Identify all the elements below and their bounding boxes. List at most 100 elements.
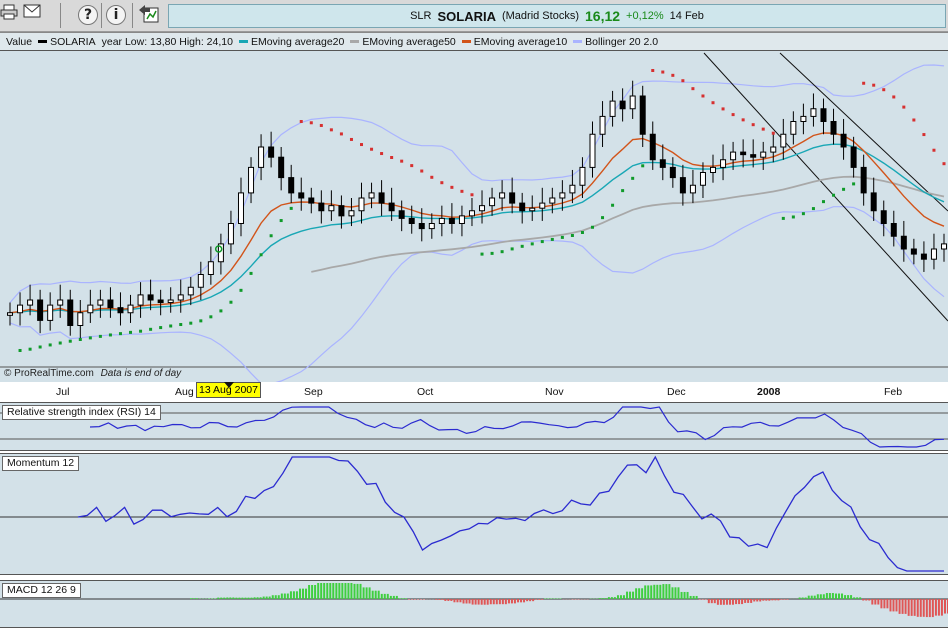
envelope-icon[interactable]: [23, 4, 45, 26]
price-chart[interactable]: [0, 51, 948, 382]
toolbar-separator: [60, 3, 61, 28]
info-icon[interactable]: i: [106, 5, 126, 25]
macd-histogram-bar: [492, 599, 495, 605]
sar-dot: [842, 187, 846, 191]
macd-histogram-bar: [329, 583, 332, 599]
macd-histogram-bar: [780, 599, 783, 600]
back-icon[interactable]: [138, 4, 160, 26]
macd-histogram-bar: [256, 597, 259, 599]
candle-body: [569, 184, 576, 194]
macd-histogram-bar: [862, 599, 865, 601]
macd-histogram-bar: [798, 597, 801, 599]
macd-histogram-bar: [226, 597, 229, 599]
momentum-label: Momentum 12: [2, 456, 80, 471]
candle-body: [298, 192, 305, 199]
macd-histogram-bar: [232, 597, 235, 599]
candle-body: [207, 261, 214, 275]
candle-body: [117, 307, 124, 314]
candle-body: [880, 210, 887, 224]
legend-range: year Low: 13,80 High: 24,10: [101, 35, 233, 48]
macd-histogram-bar: [683, 591, 686, 599]
macd-histogram-bar: [847, 595, 850, 599]
macd-histogram-bar: [335, 583, 338, 599]
macd-histogram-bar: [765, 599, 768, 601]
macd-histogram-bar: [368, 587, 371, 599]
sar-dot: [681, 79, 685, 83]
sar-dot: [129, 330, 133, 334]
macd-histogram-bar: [332, 583, 335, 599]
momentum-chart[interactable]: [0, 454, 948, 574]
macd-histogram-bar: [650, 585, 653, 599]
macd-histogram-bar: [762, 599, 765, 601]
macd-histogram-bar: [689, 595, 692, 599]
macd-histogram-bar: [626, 591, 629, 599]
macd-histogram-bar: [674, 587, 677, 599]
macd-histogram-bar: [417, 599, 420, 600]
macd-histogram-bar: [395, 595, 398, 599]
macd-histogram-bar: [725, 599, 728, 605]
sar-dot: [229, 300, 233, 304]
candle-body: [559, 192, 566, 199]
macd-panel[interactable]: MACD 12 26 9: [0, 580, 948, 628]
sar-dot: [781, 216, 785, 220]
macd-histogram-bar: [456, 599, 459, 603]
last-price: 16,12: [585, 8, 621, 24]
candle-body: [378, 192, 385, 204]
macd-histogram-bar: [759, 599, 762, 602]
macd-histogram-bar: [904, 599, 907, 614]
macd-histogram-bar: [944, 599, 946, 614]
macd-histogram-bar: [299, 588, 302, 599]
macd-histogram-bar: [731, 599, 734, 605]
macd-histogram-bar: [247, 597, 250, 599]
sar-dot: [882, 88, 886, 92]
momentum-panel[interactable]: Momentum 12: [0, 453, 948, 575]
macd-histogram-bar: [211, 598, 214, 599]
macd-histogram-bar: [398, 598, 401, 599]
macd-histogram-bar: [513, 599, 516, 604]
candle-body: [358, 197, 365, 212]
macd-histogram-bar: [647, 585, 650, 599]
candle-body: [820, 108, 827, 122]
printer-icon[interactable]: [0, 4, 22, 26]
candle-body: [248, 166, 255, 194]
candle-body: [790, 121, 797, 135]
sar-dot: [611, 203, 615, 207]
macd-histogram-bar: [853, 597, 856, 599]
macd-chart[interactable]: [0, 581, 948, 627]
candle-body: [408, 217, 415, 224]
macd-histogram-bar: [196, 598, 198, 599]
sar-dot: [902, 105, 906, 109]
macd-histogram-bar: [804, 597, 807, 599]
macd-histogram-bar: [616, 595, 619, 599]
macd-histogram-bar: [653, 584, 656, 599]
ema20-line: [9, 143, 945, 314]
macd-histogram-bar: [302, 588, 305, 599]
macd-histogram-bar: [886, 599, 889, 609]
macd-histogram-bar: [865, 599, 868, 601]
macd-histogram-bar: [504, 599, 507, 605]
sar-dot: [48, 343, 52, 347]
macd-histogram-bar: [253, 597, 256, 599]
macd-histogram-bar: [365, 587, 368, 599]
candle-body: [629, 95, 636, 110]
candle-body: [77, 312, 84, 326]
candle-body: [649, 133, 656, 161]
sar-dot: [811, 207, 815, 211]
sar-dot: [460, 189, 464, 193]
legend-ema20-label: EMoving average20: [250, 35, 345, 48]
macd-histogram-bar: [801, 597, 804, 599]
sar-dot: [239, 288, 243, 292]
rsi-panel[interactable]: Relative strength index (RSI) 14: [0, 402, 948, 451]
candle-body: [509, 192, 516, 204]
candle-body: [438, 217, 445, 224]
price-panel[interactable]: © ProRealTime.com Data is end of day: [0, 50, 948, 383]
macd-histogram-bar: [386, 593, 389, 599]
sar-dot: [580, 230, 584, 234]
candle-body: [398, 210, 405, 219]
sar-dot: [269, 234, 273, 238]
help-icon[interactable]: ?: [78, 5, 98, 25]
sar-dot: [88, 336, 92, 340]
sar-dot: [741, 118, 745, 122]
macd-histogram-bar: [341, 583, 344, 599]
candle-body: [830, 121, 837, 135]
